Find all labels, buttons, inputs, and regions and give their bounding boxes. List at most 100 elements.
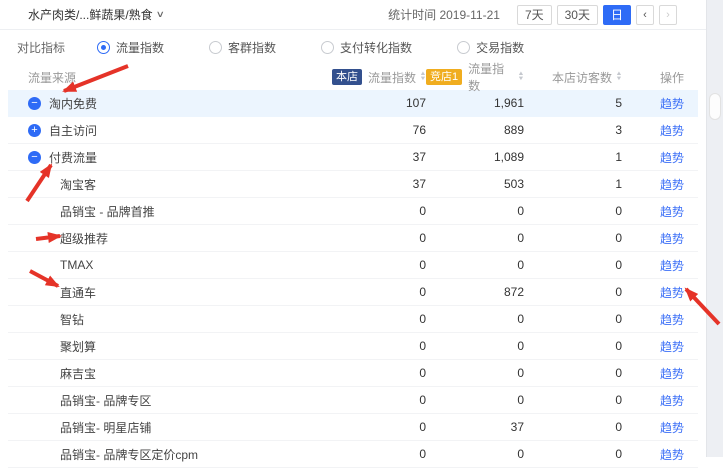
shop-index-cell: 0 — [286, 204, 426, 218]
expand-icon[interactable]: + — [28, 124, 41, 137]
shop-index-cell: 107 — [286, 96, 426, 110]
trend-link[interactable]: 趋势 — [660, 338, 684, 355]
table-row[interactable]: + 自主访问 76 889 3 趋势 — [8, 117, 698, 144]
trend-link[interactable]: 趋势 — [660, 446, 684, 463]
radio-label: 支付转化指数 — [340, 39, 412, 56]
visitors-value: 0 — [615, 312, 622, 326]
header-source-label: 流量来源 — [28, 69, 76, 86]
table-row[interactable]: 智钻 0 0 0 趋势 — [8, 306, 698, 333]
vertical-scrollbar-track[interactable] — [706, 0, 723, 457]
comp-index-value: 872 — [504, 285, 524, 299]
range-7d-button[interactable]: 7天 — [517, 5, 552, 25]
visitors-value: 0 — [615, 339, 622, 353]
table-row[interactable]: − 淘内免费 107 1,961 5 趋势 — [8, 90, 698, 117]
radio-trade-index[interactable]: 交易指数 — [457, 39, 524, 56]
trend-link[interactable]: 趋势 — [660, 230, 684, 247]
sort-icon[interactable]: ▲▼ — [420, 72, 426, 82]
comp-index-value: 1,089 — [494, 150, 524, 164]
visitors-cell: 1 — [524, 177, 622, 191]
row-label: 超级推荐 — [60, 230, 108, 247]
shop-index-cell: 0 — [286, 339, 426, 353]
shop-index-value: 0 — [419, 339, 426, 353]
visitors-cell: 0 — [524, 231, 622, 245]
category-label: 水产肉类/...鲜蔬果/熟食 — [28, 6, 153, 23]
header-comp-index-label: 流量指数 — [468, 60, 514, 94]
next-day-button[interactable]: › — [659, 5, 677, 25]
table-row[interactable]: 麻吉宝 0 0 0 趋势 — [8, 360, 698, 387]
collapse-icon[interactable]: − — [28, 97, 41, 110]
table-row[interactable]: 品销宝 - 品牌首推 0 0 0 趋势 — [8, 198, 698, 225]
trend-link[interactable]: 趋势 — [660, 311, 684, 328]
compare-metric-row: 对比指标 流量指数 客群指数 支付转化指数 交易指数 — [0, 30, 723, 64]
category-selector[interactable]: 水产肉类/...鲜蔬果/熟食 ∨ — [28, 6, 163, 23]
shop-index-value: 107 — [406, 96, 426, 110]
trend-link[interactable]: 趋势 — [660, 365, 684, 382]
radio-traffic-index[interactable]: 流量指数 — [97, 39, 164, 56]
trend-link[interactable]: 趋势 — [660, 257, 684, 274]
radio-checked-icon — [97, 41, 110, 54]
visitors-value: 5 — [615, 96, 622, 110]
row-label: 直通车 — [60, 284, 96, 301]
source-cell: 品销宝 - 品牌首推 — [8, 203, 286, 220]
shop-index-cell: 0 — [286, 231, 426, 245]
table-row[interactable]: 聚划算 0 0 0 趋势 — [8, 333, 698, 360]
visitors-value: 0 — [615, 285, 622, 299]
prev-day-button[interactable]: ‹ — [636, 5, 654, 25]
action-cell: 趋势 — [622, 176, 698, 193]
visitors-cell: 0 — [524, 393, 622, 407]
shop-index-value: 0 — [419, 312, 426, 326]
trend-link[interactable]: 趋势 — [660, 284, 684, 301]
visitors-cell: 0 — [524, 447, 622, 461]
shop-index-value: 0 — [419, 231, 426, 245]
comp-index-cell: 0 — [426, 393, 524, 407]
action-cell: 趋势 — [622, 446, 698, 463]
shop-index-value: 0 — [419, 447, 426, 461]
shop-index-value: 0 — [419, 393, 426, 407]
table-row[interactable]: 品销宝- 品牌专区定价cpm 0 0 0 趋势 — [8, 441, 698, 468]
table-row[interactable]: 品销宝- 品牌专区 0 0 0 趋势 — [8, 387, 698, 414]
visitors-cell: 5 — [524, 96, 622, 110]
collapse-icon[interactable]: − — [28, 151, 41, 164]
radio-pay-conversion-index[interactable]: 支付转化指数 — [321, 39, 412, 56]
shop-index-cell: 0 — [286, 393, 426, 407]
visitors-value: 0 — [615, 258, 622, 272]
trend-link[interactable]: 趋势 — [660, 392, 684, 409]
action-cell: 趋势 — [622, 203, 698, 220]
table-row[interactable]: 淘宝客 37 503 1 趋势 — [8, 171, 698, 198]
header-visitors: 本店访客数 ▲▼ — [524, 69, 622, 86]
radio-customer-index[interactable]: 客群指数 — [209, 39, 276, 56]
vertical-scrollbar-thumb[interactable] — [709, 93, 721, 120]
table-row[interactable]: 超级推荐 0 0 0 趋势 — [8, 225, 698, 252]
action-cell: 趋势 — [622, 95, 698, 112]
range-30d-button[interactable]: 30天 — [557, 5, 598, 25]
table-row[interactable]: 品销宝- 明星店铺 0 37 0 趋势 — [8, 414, 698, 441]
comp-index-cell: 0 — [426, 447, 524, 461]
table-row[interactable]: − 付费流量 37 1,089 1 趋势 — [8, 144, 698, 171]
comp-index-cell: 872 — [426, 285, 524, 299]
table-row[interactable]: 直通车 0 872 0 趋势 — [8, 279, 698, 306]
table-row[interactable]: TMAX 0 0 0 趋势 — [8, 252, 698, 279]
comp-index-cell: 1,089 — [426, 150, 524, 164]
source-cell: 品销宝- 品牌专区 — [8, 392, 286, 409]
row-label: 麻吉宝 — [60, 365, 96, 382]
comp-index-value: 0 — [517, 366, 524, 380]
shop-index-cell: 37 — [286, 177, 426, 191]
trend-link[interactable]: 趋势 — [660, 176, 684, 193]
comp-index-cell: 37 — [426, 420, 524, 434]
comp-index-cell: 0 — [426, 231, 524, 245]
visitors-cell: 3 — [524, 123, 622, 137]
comp-index-value: 0 — [517, 258, 524, 272]
visitors-cell: 0 — [524, 366, 622, 380]
range-day-button[interactable]: 日 — [603, 5, 631, 25]
trend-link[interactable]: 趋势 — [660, 203, 684, 220]
trend-link[interactable]: 趋势 — [660, 95, 684, 112]
header-visitors-label: 本店访客数 — [552, 69, 612, 86]
action-cell: 趋势 — [622, 149, 698, 166]
row-label: 智钻 — [60, 311, 84, 328]
trend-link[interactable]: 趋势 — [660, 122, 684, 139]
source-cell: TMAX — [8, 258, 286, 272]
sort-icon[interactable]: ▲▼ — [518, 72, 524, 82]
trend-link[interactable]: 趋势 — [660, 419, 684, 436]
trend-link[interactable]: 趋势 — [660, 149, 684, 166]
sort-icon[interactable]: ▲▼ — [616, 72, 622, 82]
